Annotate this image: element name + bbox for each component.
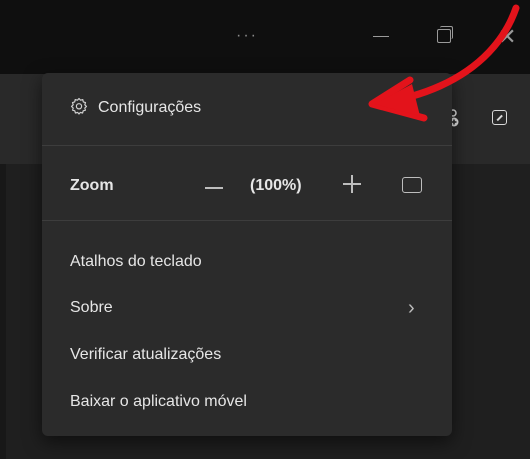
menu-item-settings[interactable]: Configurações [42, 93, 452, 123]
menu-item-download-mobile-app[interactable]: Baixar o aplicativo móvel [42, 393, 452, 417]
menu-item-check-updates[interactable]: Verificar atualizações [42, 346, 452, 370]
gear-icon [70, 97, 88, 115]
menu-item-label: Sobre [70, 299, 113, 316]
fullscreen-icon[interactable] [402, 177, 422, 193]
close-icon[interactable]: ✕ [498, 26, 516, 48]
window-titlebar: ··· ✕ [0, 0, 530, 74]
restore-icon[interactable] [437, 26, 453, 43]
minimize-icon[interactable] [373, 36, 389, 37]
settings-label: Configurações [98, 99, 202, 116]
menu-divider [42, 145, 452, 146]
menu-item-label: Baixar o aplicativo móvel [70, 393, 247, 410]
chevron-right-icon: › [408, 297, 415, 319]
zoom-out-button[interactable] [205, 187, 223, 189]
menu-item-keyboard-shortcuts[interactable]: Atalhos do teclado [42, 253, 452, 277]
zoom-row: Zoom (100%) [42, 171, 452, 201]
menu-divider [42, 220, 452, 221]
popout-icon[interactable] [492, 110, 507, 125]
more-options-icon[interactable]: ··· [236, 28, 258, 44]
zoom-label: Zoom [70, 177, 114, 194]
zoom-level: (100%) [250, 177, 302, 194]
zoom-in-button[interactable] [343, 175, 361, 193]
left-panel-edge [0, 164, 6, 459]
menu-item-label: Atalhos do teclado [70, 253, 202, 270]
menu-item-label: Verificar atualizações [70, 346, 222, 363]
settings-dropdown-menu: Configurações Zoom (100%) Atalhos do tec… [42, 73, 452, 436]
menu-item-about[interactable]: Sobre › [42, 297, 452, 323]
